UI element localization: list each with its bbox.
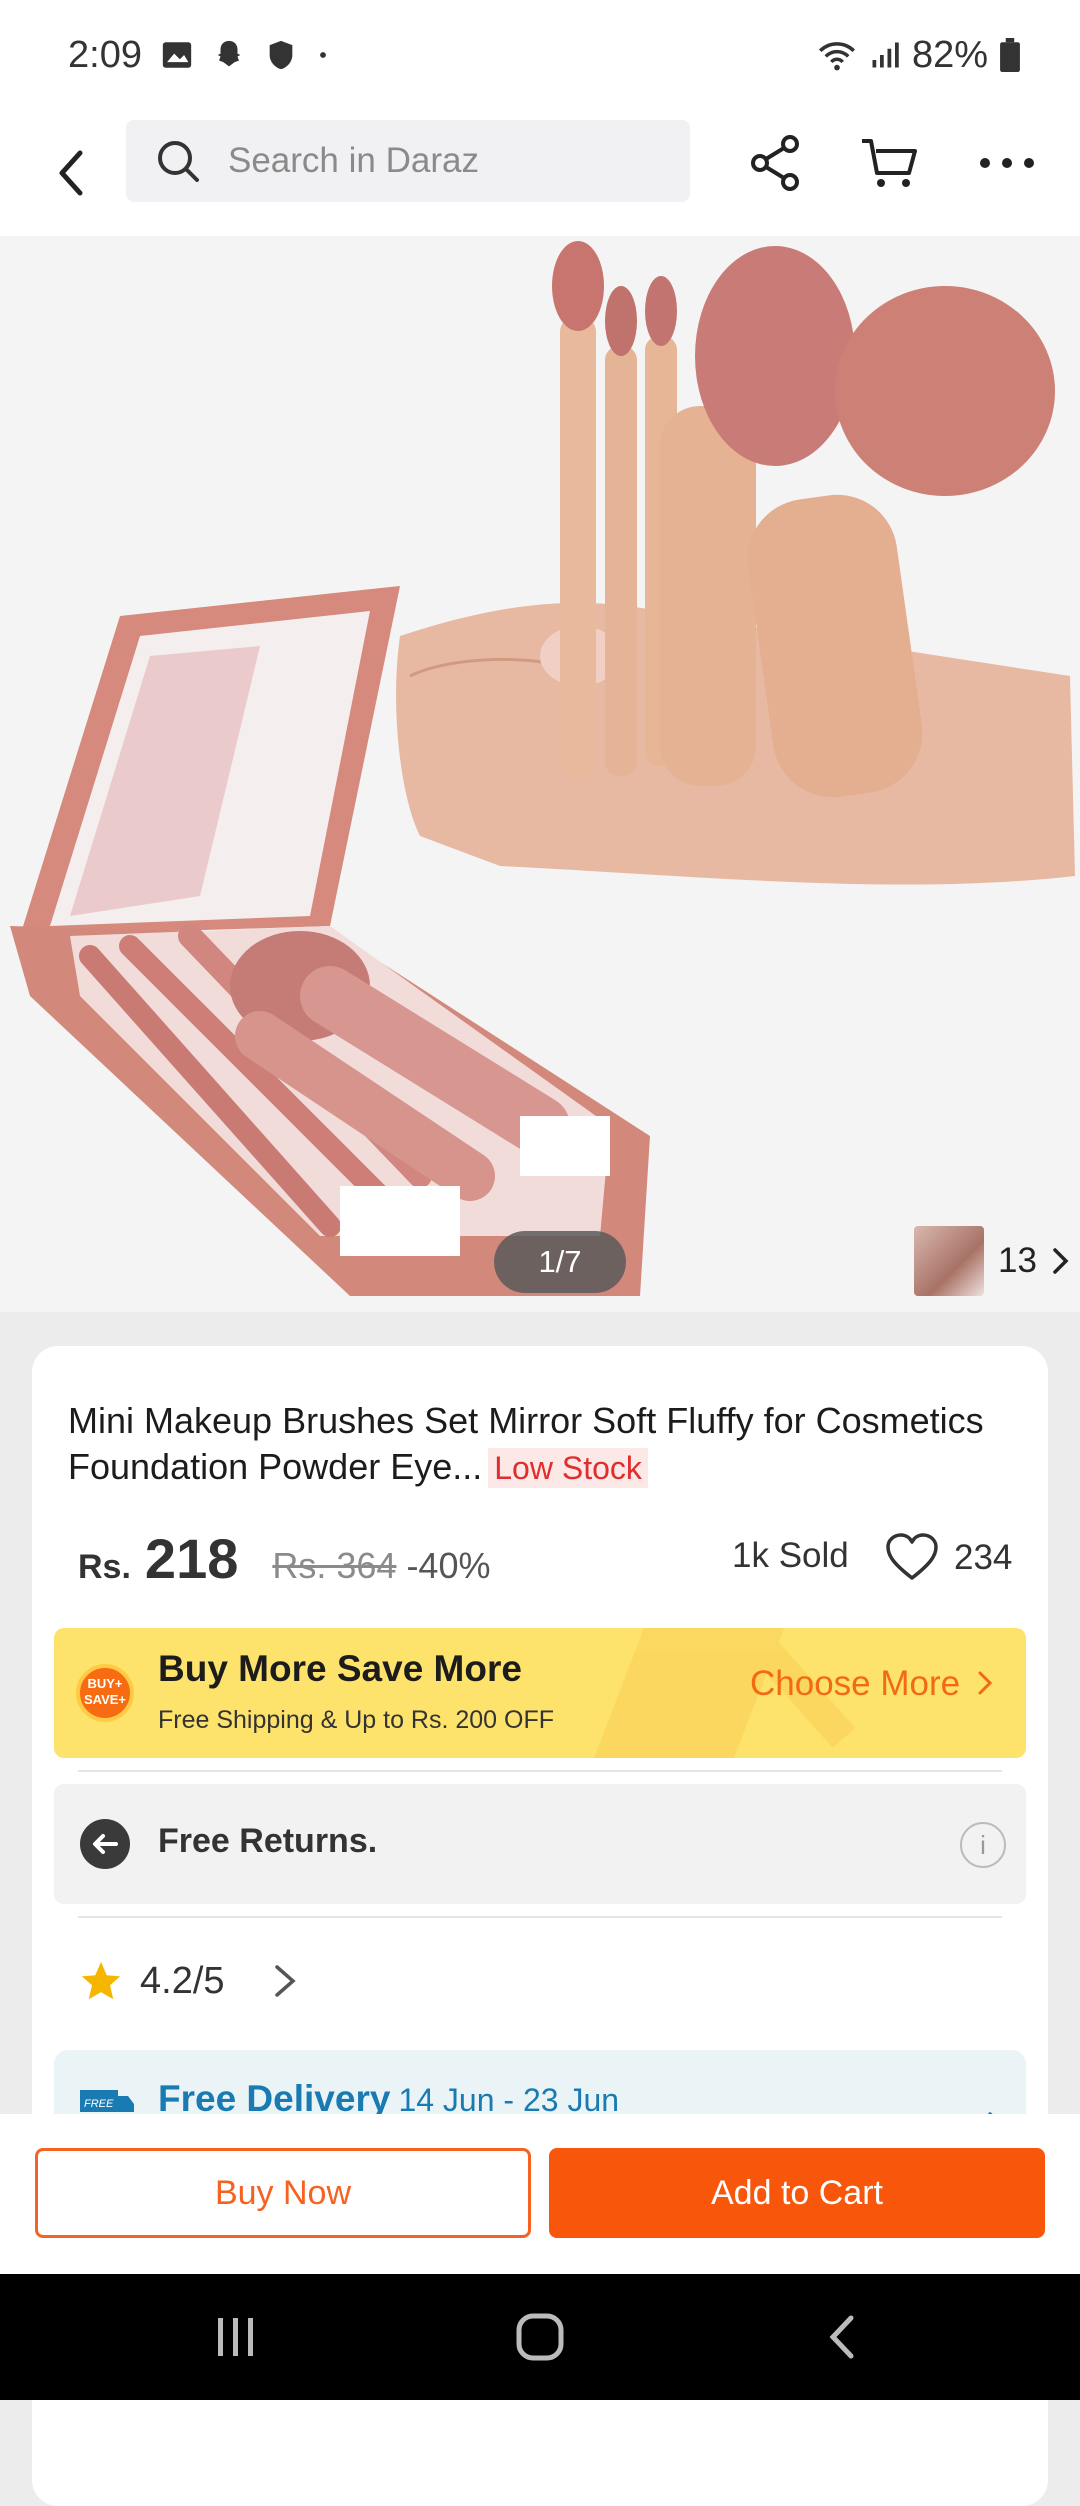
back-arrow-icon (59, 150, 83, 196)
recent-apps-icon (218, 2318, 253, 2356)
chevron-right-icon (1053, 1248, 1069, 1274)
buy-save-badge-icon: BUY+ SAVE+ (76, 1664, 134, 1722)
choose-more-label: Choose More (750, 1664, 961, 1703)
share-icon (751, 135, 799, 191)
star-icon (81, 1961, 121, 2000)
product-image (10, 241, 1075, 1296)
chevron-right-icon (274, 1965, 296, 1997)
search-icon (158, 141, 199, 182)
cart-icon (862, 139, 917, 187)
top-navigation-bar: Search in Daraz (0, 110, 1080, 236)
dot-notification-icon (320, 52, 326, 58)
home-button[interactable] (510, 2312, 570, 2362)
cart-button[interactable] (855, 128, 925, 198)
original-price: Rs. 364 (272, 1545, 397, 1586)
promo-title: Buy More Save More (158, 1648, 522, 1689)
buy-now-button[interactable]: Buy Now (35, 2148, 531, 2238)
product-title-block[interactable]: Mini Makeup Brushes Set Mirror Soft Fluf… (68, 1398, 1008, 1490)
search-placeholder: Search in Daraz (228, 141, 479, 180)
buy-more-save-more-banner[interactable]: BUY+ SAVE+ Buy More Save More Free Shipp… (54, 1628, 1026, 1758)
system-back-button[interactable] (812, 2312, 872, 2362)
recent-apps-button[interactable] (206, 2312, 266, 2362)
wishlist-count: 234 (954, 1538, 1013, 1577)
more-options-button[interactable] (972, 128, 1042, 198)
sold-count: 1k Sold (732, 1536, 849, 1575)
rating-row[interactable]: 4.2/5 (78, 1958, 303, 2004)
rating-value: 4.2/5 (140, 1959, 225, 2002)
gallery-notification-icon (162, 42, 192, 68)
svg-text:FREE: FREE (84, 2098, 114, 2110)
product-image-gallery[interactable]: 1/7 13 (0, 236, 1080, 1312)
choose-more-link[interactable]: Choose More (750, 1664, 994, 1704)
price-row: Rs. 218 Rs. 364 -40% (78, 1526, 1018, 1606)
price-currency: Rs. (78, 1548, 131, 1586)
chevron-right-icon (978, 1671, 992, 1695)
status-left: 2:09 (68, 34, 330, 77)
divider (78, 1916, 1002, 1918)
status-right: 82% (816, 34, 1020, 77)
free-delivery-title: Free Delivery (158, 2078, 391, 2119)
battery-icon (1000, 38, 1020, 72)
wishlist-button[interactable]: 234 (884, 1530, 1012, 1586)
info-icon[interactable]: i (960, 1822, 1006, 1868)
wifi-icon (818, 42, 855, 71)
heart-icon (886, 1533, 938, 1580)
divider (78, 1770, 1002, 1772)
back-chevron-icon (829, 2315, 854, 2359)
home-icon (516, 2313, 564, 2361)
battery-percent: 82% (911, 33, 988, 76)
current-price: 218 (144, 1527, 239, 1590)
status-bar: 2:09 82% (0, 0, 1080, 110)
status-time: 2:09 (68, 33, 142, 76)
back-button[interactable] (40, 134, 100, 212)
system-navigation-bar (0, 2274, 1080, 2400)
add-to-cart-button[interactable]: Add to Cart (549, 2148, 1045, 2238)
search-input[interactable]: Search in Daraz (126, 120, 690, 202)
more-icon (980, 158, 1034, 168)
delivery-dates: 14 Jun - 23 Jun (398, 2082, 620, 2118)
low-stock-badge: Low Stock (488, 1448, 648, 1488)
image-page-indicator: 1/7 (494, 1231, 626, 1293)
media-thumbnail (914, 1226, 984, 1296)
snapchat-notification-icon (217, 40, 241, 67)
return-arrow-icon (80, 1819, 130, 1869)
shield-notification-icon (269, 40, 293, 70)
media-count: 13 (998, 1241, 1037, 1280)
discount-percent: -40% (406, 1545, 491, 1586)
free-returns-label: Free Returns. (158, 1822, 378, 1860)
share-button[interactable] (740, 128, 810, 198)
signal-icon (872, 42, 899, 68)
promo-subtitle: Free Shipping & Up to Rs. 200 OFF (158, 1706, 555, 1734)
media-thumbnail-button[interactable]: 13 (914, 1226, 1071, 1296)
free-returns-row[interactable]: Free Returns. i (54, 1784, 1026, 1904)
bottom-action-bar: Buy Now Add to Cart (0, 2114, 1080, 2274)
